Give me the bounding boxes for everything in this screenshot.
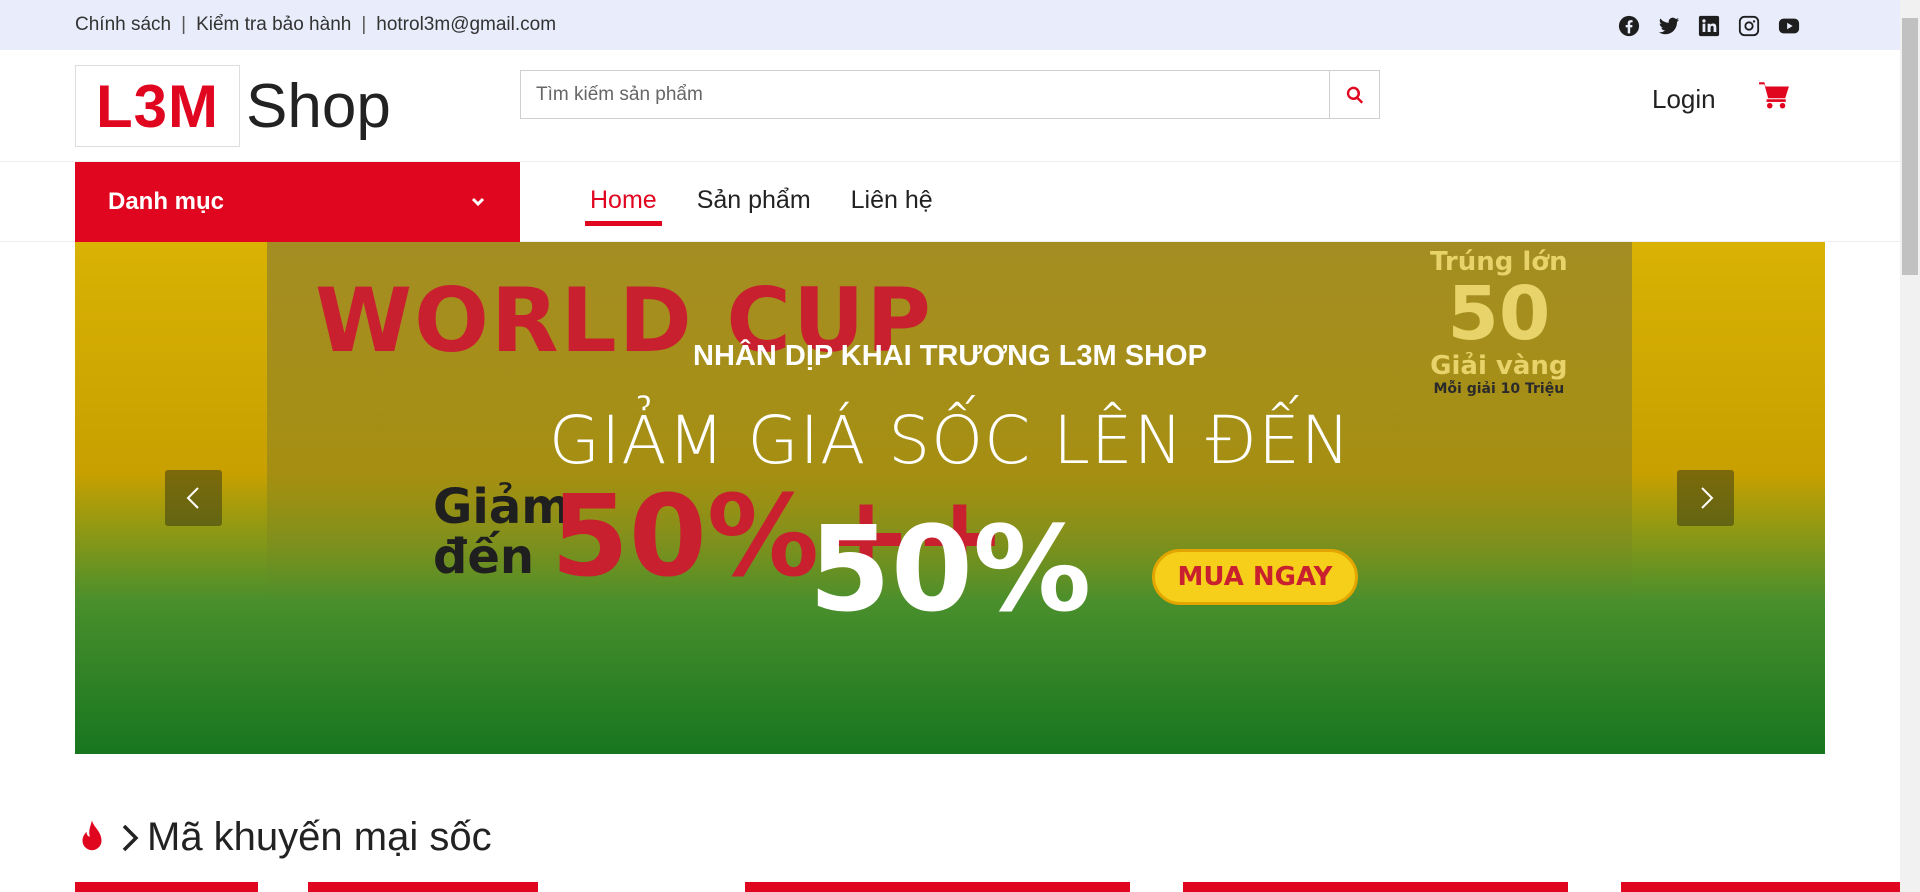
linkedin-icon[interactable] [1698, 15, 1720, 37]
chevron-down-icon [471, 197, 485, 207]
menu-item-home[interactable]: Home [585, 186, 662, 226]
header: L3M Shop Login [0, 50, 1900, 162]
twitter-icon[interactable] [1658, 15, 1680, 37]
scroll-thumb[interactable] [1902, 18, 1918, 275]
coupon-card[interactable] [75, 882, 258, 892]
search-icon [1346, 86, 1363, 104]
logo-mark: L3M [75, 65, 240, 147]
chevron-right-icon [122, 824, 139, 851]
coupon-card[interactable] [308, 882, 538, 892]
logo-text: Shop [246, 71, 391, 141]
topbar-links: Chính sách | Kiểm tra bảo hành | hotrol3… [75, 14, 556, 36]
banner-art-prize: Trúng lớn 50 Giải vàng Mỗi giải 10 Triệu [1430, 247, 1568, 397]
instagram-icon[interactable] [1738, 15, 1760, 37]
cart-icon [1759, 82, 1789, 109]
banner-caption-title: GIẢM GIÁ SỐC LÊN ĐẾN [548, 402, 1352, 479]
chevron-right-icon [1700, 487, 1713, 509]
policy-link[interactable]: Chính sách [75, 14, 171, 36]
promo-section-header: Mã khuyến mại sốc [75, 815, 492, 860]
menu-item-contact[interactable]: Liên hệ [846, 186, 938, 226]
carousel-next-button[interactable] [1677, 470, 1734, 526]
banner-caption-discount: 50% [808, 500, 1092, 638]
coupon-card[interactable] [745, 882, 1130, 892]
social-links [1618, 15, 1800, 37]
menu: Home Sản phẩm Liên hệ [585, 186, 938, 226]
search-bar [520, 70, 1380, 119]
support-email-link[interactable]: hotrol3m@gmail.com [376, 14, 556, 36]
coupon-list [75, 882, 1900, 892]
warranty-check-link[interactable]: Kiểm tra bảo hành [196, 14, 351, 36]
promo-section-title: Mã khuyến mại sốc [147, 815, 492, 859]
coupon-card[interactable] [1183, 882, 1568, 892]
search-input[interactable] [521, 71, 1329, 118]
fire-icon [82, 819, 102, 850]
scroll-up-arrow[interactable] [1900, 0, 1920, 16]
banner-caption-subtitle: NHÂN DỊP KHAI TRƯƠNG L3M SHOP [693, 340, 1207, 372]
coupon-card[interactable] [1621, 882, 1900, 892]
separator: | [181, 14, 187, 35]
category-dropdown[interactable]: Danh mục [75, 162, 520, 242]
logo[interactable]: L3M Shop [75, 65, 391, 147]
main-nav: Danh mục Home Sản phẩm Liên hệ [0, 162, 1900, 242]
cart-button[interactable] [1758, 80, 1790, 115]
login-link[interactable]: Login [1652, 84, 1716, 115]
facebook-icon[interactable] [1618, 15, 1640, 37]
menu-item-products[interactable]: Sản phẩm [692, 186, 816, 226]
search-button[interactable] [1329, 71, 1379, 118]
page-scrollbar[interactable] [1900, 0, 1920, 892]
youtube-icon[interactable] [1778, 15, 1800, 37]
separator: | [361, 14, 367, 35]
chevron-left-icon [186, 487, 199, 509]
banner-art-moi-giai: Mỗi giải 10 Triệu [1433, 381, 1565, 397]
category-label: Danh mục [108, 188, 225, 215]
carousel-prev-button[interactable] [165, 470, 222, 526]
topbar: Chính sách | Kiểm tra bảo hành | hotrol3… [0, 0, 1900, 50]
hero-carousel: WORLD CUP Giảm đến 50%++ Trúng lớn 50 Gi… [75, 242, 1825, 754]
